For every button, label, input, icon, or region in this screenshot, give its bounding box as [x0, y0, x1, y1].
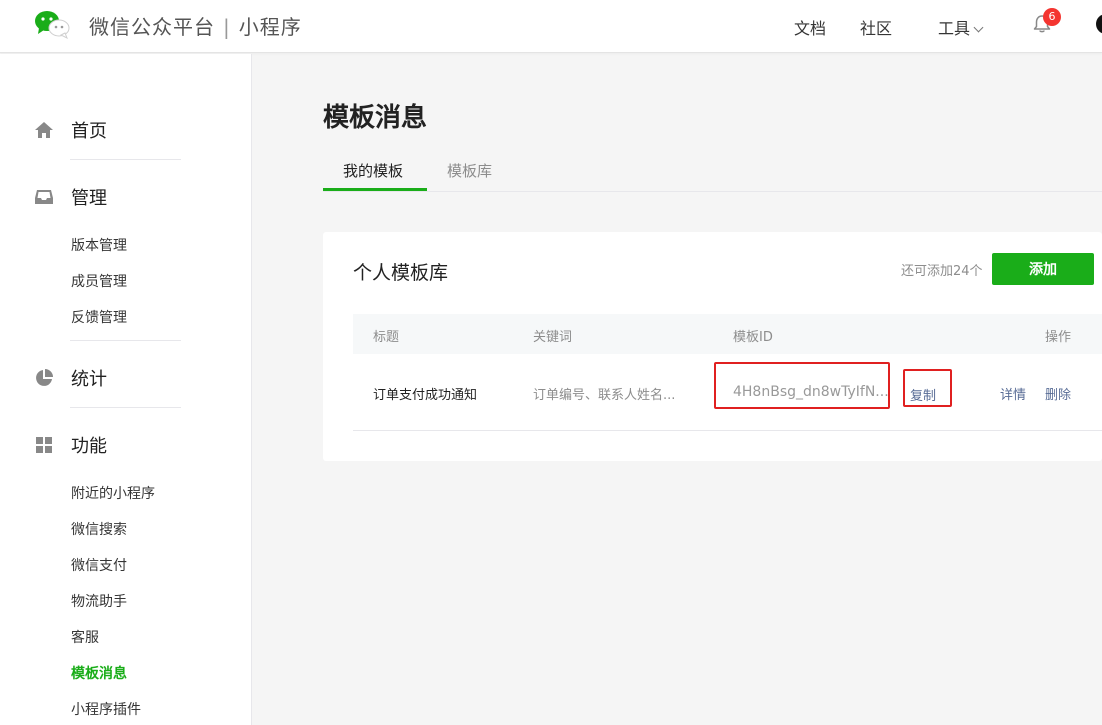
nav-community-link[interactable]: 社区: [860, 15, 892, 39]
sidebar-sub-item[interactable]: 版本管理: [71, 235, 127, 255]
divider: [70, 407, 181, 408]
home-icon: [34, 120, 54, 140]
sidebar-item-label: 管理: [71, 188, 107, 209]
table-header: 标题 关键词 模板ID 操作: [353, 314, 1102, 354]
column-header-title: 标题: [373, 330, 400, 345]
sidebar-sub-item-active[interactable]: 模板消息: [71, 663, 127, 683]
chevron-down-icon: [973, 22, 984, 33]
brand-separator: |: [223, 15, 231, 39]
column-header-actions: 操作: [1045, 330, 1072, 345]
avatar[interactable]: [1096, 14, 1102, 34]
active-tab-indicator: [323, 188, 427, 191]
brand-name: 微信公众平台: [89, 15, 215, 39]
copy-link[interactable]: 复制: [910, 385, 936, 404]
tab-template-library[interactable]: 模板库: [447, 160, 492, 181]
top-bar: 微信公众平台 | 小程序 文档 社区 工具 6: [0, 0, 1102, 53]
sidebar-sub-item[interactable]: 客服: [71, 627, 99, 647]
sidebar-item-label: 功能: [71, 436, 107, 457]
grid-icon: [34, 435, 54, 455]
page-title: 模板消息: [323, 103, 428, 133]
sidebar: 首页 管理 版本管理 成员管理 反馈管理 统计 功能 附近的小程序 微信搜索 微…: [0, 54, 252, 725]
table-row: 订单支付成功通知 订单编号、联系人姓名... 4H8nBsg_dn8wTyIfN…: [353, 354, 1102, 431]
row-template-id: 4H8nBsg_dn8wTyIfN...: [733, 384, 889, 400]
sidebar-item-manage[interactable]: 管理: [34, 184, 107, 210]
personal-template-card: 个人模板库 还可添加24个 添加 标题 关键词 模板ID 操作 订单支付成功通知…: [323, 232, 1102, 461]
brand-title[interactable]: 微信公众平台 | 小程序: [89, 11, 302, 40]
divider: [70, 159, 181, 160]
remaining-count: 还可添加24个: [901, 264, 983, 279]
nav-docs-link[interactable]: 文档: [794, 15, 826, 39]
add-button[interactable]: 添加: [992, 253, 1094, 285]
nav-tools-label: 工具: [938, 19, 971, 38]
notification-badge: 6: [1043, 8, 1061, 26]
sidebar-sub-item[interactable]: 物流助手: [71, 591, 127, 611]
column-header-keywords: 关键词: [533, 330, 573, 345]
sidebar-item-stats[interactable]: 统计: [34, 365, 107, 391]
sidebar-sub-item[interactable]: 附近的小程序: [71, 483, 155, 503]
column-header-template-id: 模板ID: [733, 330, 773, 345]
sidebar-item-home[interactable]: 首页: [34, 117, 107, 143]
pie-chart-icon: [34, 368, 54, 388]
sidebar-sub-item[interactable]: 反馈管理: [71, 307, 127, 327]
sidebar-sub-item[interactable]: 成员管理: [71, 271, 127, 291]
sidebar-item-label: 首页: [71, 121, 107, 142]
row-title: 订单支付成功通知: [373, 388, 478, 403]
card-title: 个人模板库: [353, 262, 449, 284]
tab-bar: 我的模板 模板库: [323, 150, 1102, 192]
wechat-logo-icon[interactable]: [34, 9, 70, 40]
sidebar-sub-item[interactable]: 小程序插件: [71, 699, 141, 719]
sidebar-sub-item[interactable]: 微信支付: [71, 555, 127, 575]
sidebar-item-features[interactable]: 功能: [34, 432, 107, 458]
brand-sub: 小程序: [238, 15, 302, 39]
row-keywords: 订单编号、联系人姓名...: [533, 388, 676, 403]
tab-my-templates[interactable]: 我的模板: [343, 160, 403, 181]
nav-tools-menu[interactable]: 工具: [938, 15, 984, 39]
divider: [70, 340, 181, 341]
sidebar-sub-item[interactable]: 微信搜索: [71, 519, 127, 539]
delete-link[interactable]: 删除: [1045, 384, 1071, 403]
inbox-icon: [34, 187, 54, 207]
detail-link[interactable]: 详情: [1000, 384, 1026, 403]
sidebar-item-label: 统计: [71, 369, 107, 390]
